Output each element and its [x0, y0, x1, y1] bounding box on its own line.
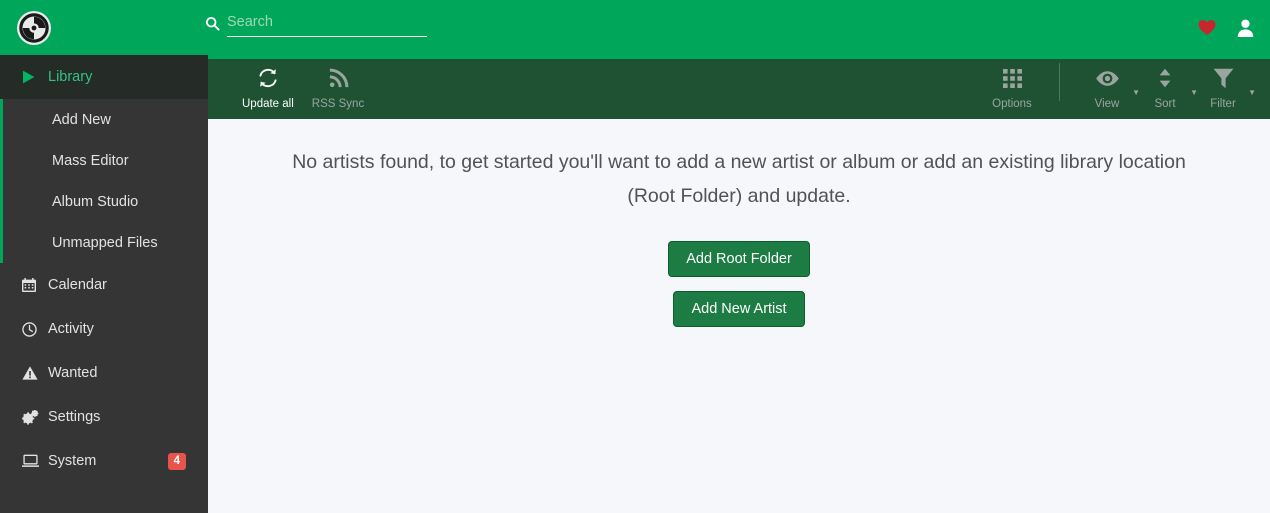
sidebar-subitem-label: Mass Editor	[52, 152, 129, 169]
sidebar-item-mass-editor[interactable]: Mass Editor	[0, 140, 208, 181]
funnel-icon	[1213, 65, 1234, 91]
sidebar-item-label: Calendar	[48, 277, 107, 293]
refresh-icon	[257, 65, 279, 91]
header-actions	[1196, 0, 1256, 55]
sidebar-subitem-label: Album Studio	[52, 193, 139, 210]
toolbar-left-group: Update all RSS Sync	[208, 59, 373, 119]
add-new-artist-button[interactable]: Add New Artist	[673, 291, 805, 327]
options-button[interactable]: Options	[983, 59, 1041, 110]
sidebar-section-wanted: Wanted	[0, 351, 208, 395]
eye-icon	[1095, 65, 1120, 91]
sort-arrows-icon	[1158, 65, 1172, 91]
sidebar-item-label: Settings	[48, 409, 101, 425]
status-badge: 4	[167, 452, 186, 470]
sidebar-item-activity[interactable]: Activity	[0, 307, 208, 351]
filter-label: Filter	[1210, 98, 1236, 110]
sort-label: Sort	[1154, 98, 1176, 110]
sidebar-item-library[interactable]: Library	[0, 55, 208, 99]
sidebar-item-unmapped-files[interactable]: Unmapped Files	[0, 222, 208, 263]
view-label: View	[1094, 98, 1120, 110]
toolbar-divider	[1059, 63, 1060, 101]
search-icon	[205, 13, 227, 36]
rss-icon	[328, 65, 349, 91]
rss-sync-label: RSS Sync	[311, 98, 365, 110]
app-header	[0, 0, 1270, 55]
sidebar-item-settings[interactable]: Settings	[0, 395, 208, 439]
warning-triangle-icon	[22, 366, 48, 380]
cogs-icon	[22, 409, 48, 425]
sidebar-item-label: Wanted	[48, 365, 98, 381]
options-label: Options	[992, 98, 1032, 110]
user-icon[interactable]	[1234, 17, 1256, 39]
search-input[interactable]	[227, 14, 427, 30]
search-field	[227, 13, 427, 37]
sidebar-item-label: Library	[48, 69, 93, 85]
sidebar-item-add-new[interactable]: Add New	[0, 99, 208, 140]
sidebar-item-label: Activity	[48, 321, 94, 337]
sidebar: Library Add New Mass Editor Album Studio…	[0, 55, 208, 513]
update-all-button[interactable]: Update all	[233, 59, 303, 110]
sidebar-section-activity: Activity	[0, 307, 208, 351]
heart-icon[interactable]	[1196, 17, 1218, 39]
logo-container[interactable]	[0, 0, 68, 55]
laptop-icon	[22, 454, 48, 468]
search-container[interactable]	[205, 13, 433, 43]
sidebar-section-system: System 4	[0, 439, 208, 483]
update-all-label: Update all	[242, 98, 294, 110]
filter-button[interactable]: Filter ▼	[1194, 59, 1256, 110]
empty-state-message: No artists found, to get started you'll …	[292, 151, 1186, 207]
sidebar-section-calendar: Calendar	[0, 263, 208, 307]
page-toolbar: Update all RSS Sync Options View ▼ Sort …	[208, 55, 1270, 119]
view-button[interactable]: View ▼	[1078, 59, 1140, 110]
calendar-icon	[22, 278, 48, 292]
sidebar-item-album-studio[interactable]: Album Studio	[0, 181, 208, 222]
empty-state-actions: Add Root Folder Add New Artist	[208, 241, 1270, 327]
sidebar-subitem-label: Unmapped Files	[52, 234, 158, 251]
rss-sync-button[interactable]: RSS Sync	[303, 59, 373, 110]
toolbar-right-group: Options View ▼ Sort ▼ Filter ▼	[983, 59, 1270, 119]
sort-button[interactable]: Sort ▼	[1136, 59, 1198, 110]
lidarr-logo-icon	[17, 10, 51, 45]
play-icon	[22, 70, 48, 84]
clock-icon	[22, 321, 48, 337]
sidebar-section-settings: Settings	[0, 395, 208, 439]
sidebar-item-label: System	[48, 453, 97, 469]
sidebar-item-system[interactable]: System 4	[0, 439, 208, 483]
add-root-folder-button[interactable]: Add Root Folder	[668, 241, 810, 277]
sidebar-section-library: Library Add New Mass Editor Album Studio…	[0, 55, 208, 263]
chevron-down-icon: ▼	[1248, 88, 1256, 97]
sidebar-subitem-label: Add New	[52, 111, 111, 128]
grid-icon	[1002, 65, 1022, 91]
sidebar-item-calendar[interactable]: Calendar	[0, 263, 208, 307]
sidebar-item-wanted[interactable]: Wanted	[0, 351, 208, 395]
main-content: No artists found, to get started you'll …	[208, 119, 1270, 513]
